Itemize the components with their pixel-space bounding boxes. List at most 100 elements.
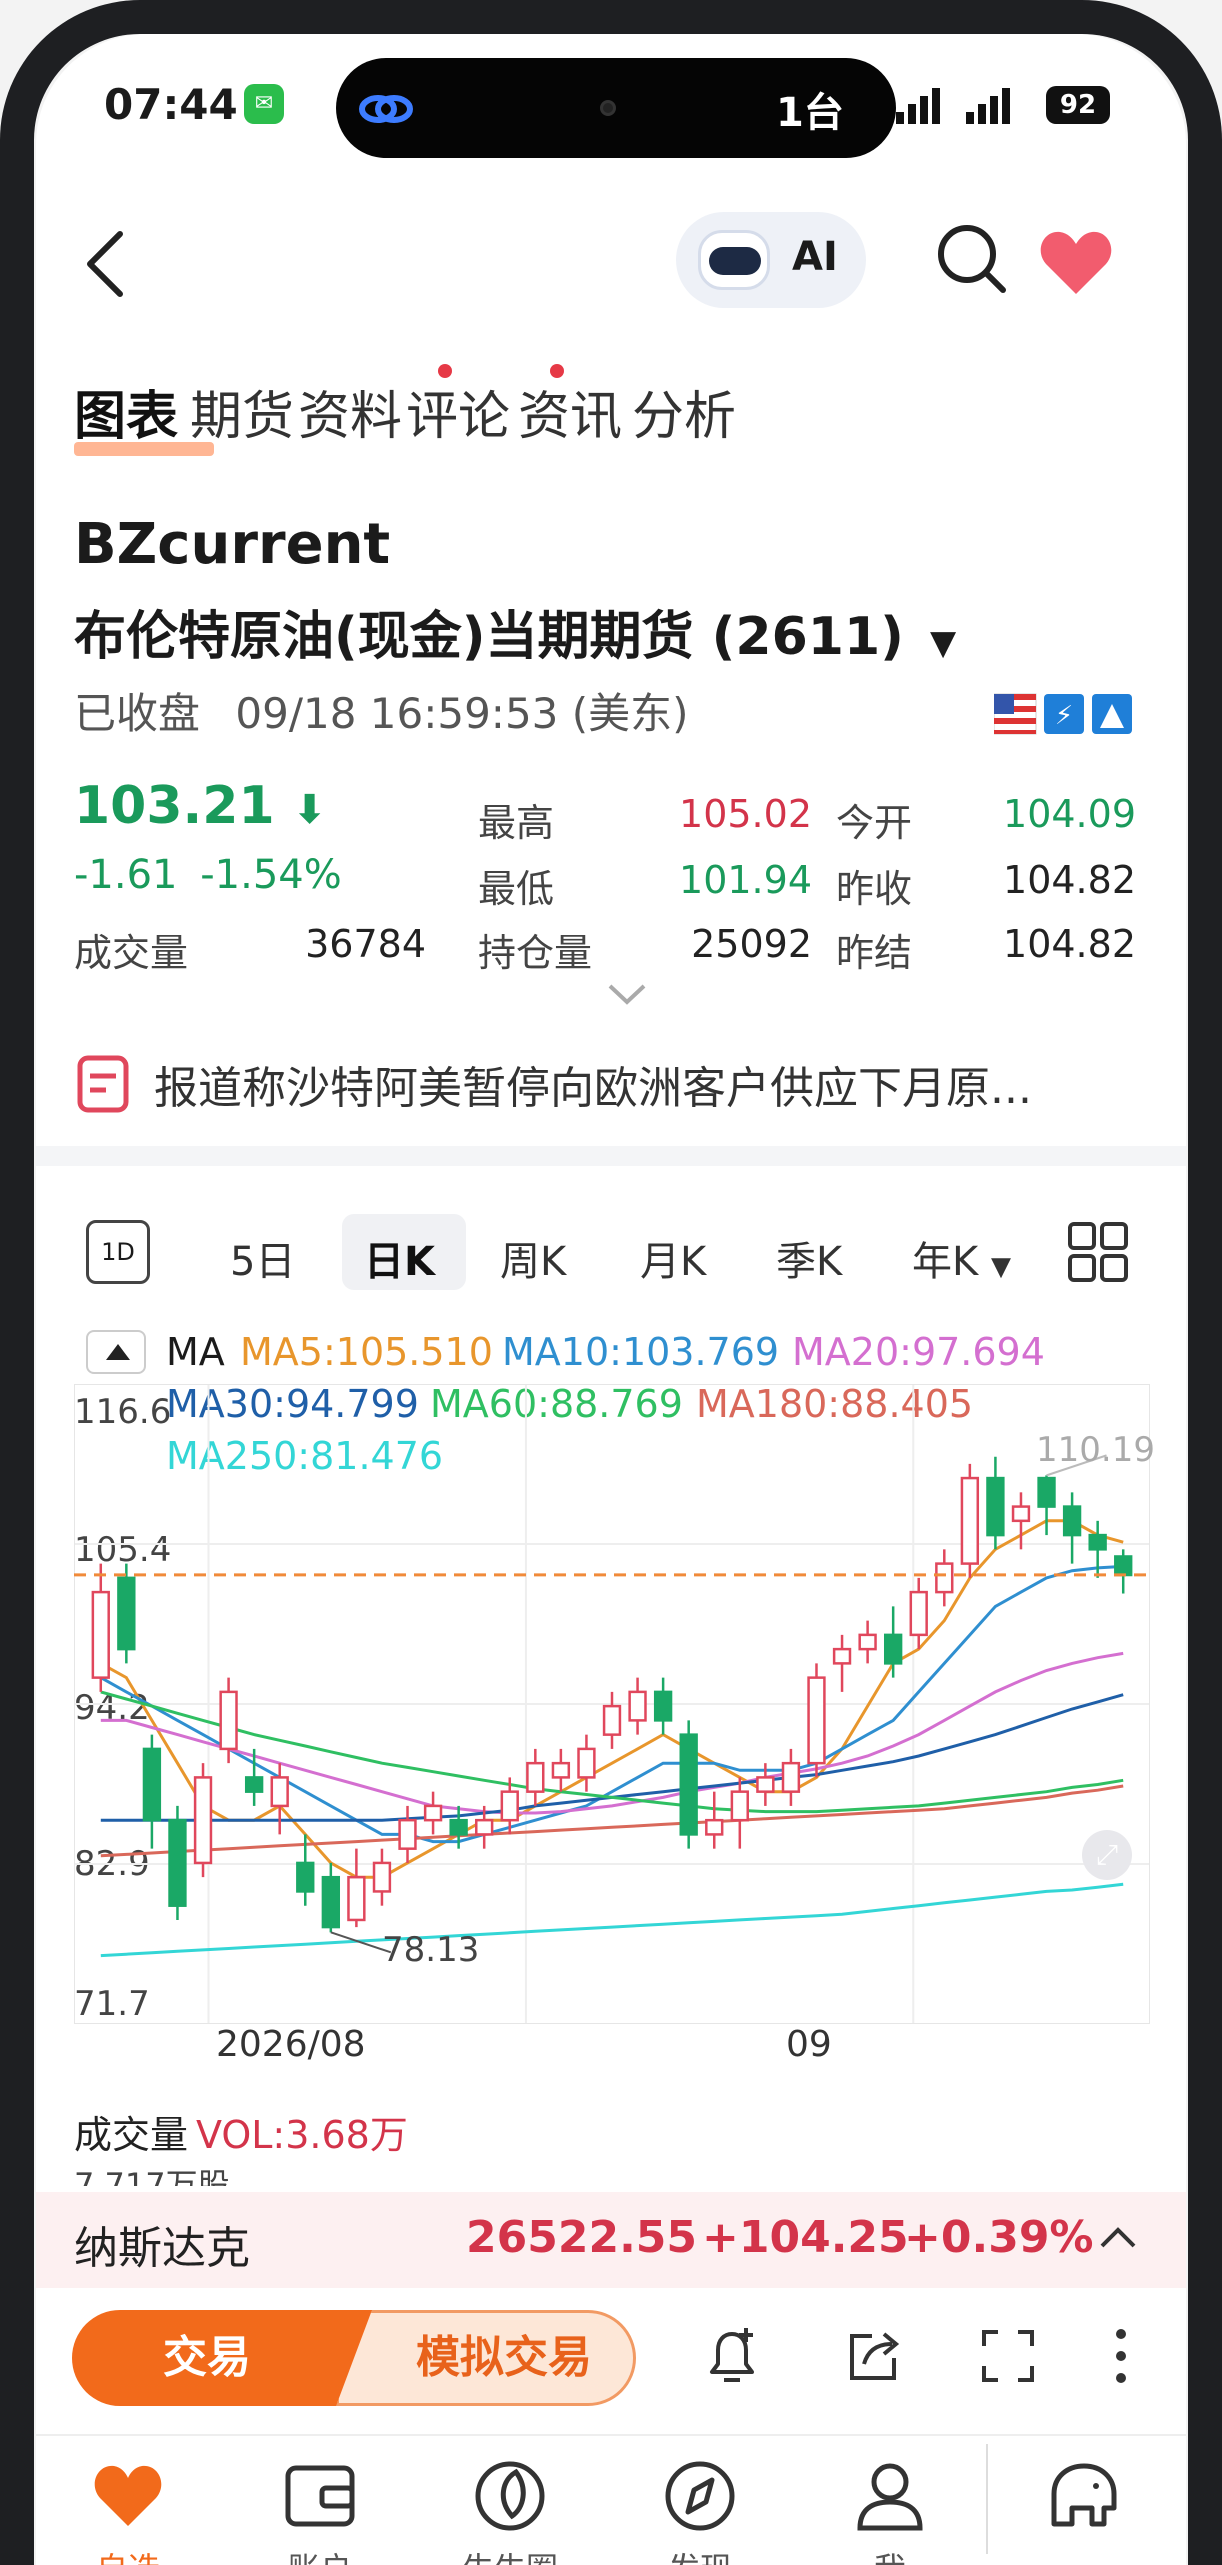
candle [1037,1475,1056,1536]
candle-body [781,1761,801,1793]
elephant-icon[interactable] [1044,2458,1120,2534]
candle [193,1763,213,1878]
signal-icon [896,88,1010,124]
candle-body [398,1818,417,1850]
chart-fullscreen-icon[interactable]: ⤢ [1082,1830,1132,1880]
compass-icon[interactable] [662,2458,738,2534]
back-arrow-icon[interactable] [76,224,136,304]
candle [935,1549,954,1607]
period-yearly[interactable]: 年K ▼ [912,1229,1011,1287]
candle-body [1037,1476,1056,1508]
nav-community[interactable]: 牛牛圈 [450,2544,570,2565]
high-label: 最高 [478,801,555,845]
paper-trade-button[interactable]: 模拟交易 [336,2310,636,2406]
candle-body [475,1818,494,1836]
news-notification-dot [550,364,564,378]
period-quarterly[interactable]: 季K [776,1229,842,1287]
tab-analysis[interactable]: 分析 [632,374,736,449]
candle-body [551,1761,571,1779]
moon-icon[interactable] [472,2458,548,2534]
candle [986,1456,1005,1550]
period-monthly[interactable]: 月K [640,1229,706,1287]
chevron-up-icon[interactable] [1096,2220,1140,2256]
candle-body [628,1690,647,1722]
wechat-icon: ✉ [244,84,284,124]
tab-profile[interactable]: 资料 [298,374,402,449]
instrument-name-text: 布伦特原油(现金)当期期货 (2611) [74,607,904,667]
candle [960,1463,980,1578]
candle-body [602,1704,622,1736]
nav-me[interactable]: 我 [830,2544,950,2565]
candle-body [858,1633,877,1651]
layout-grid-icon[interactable] [1066,1220,1130,1284]
news-headline[interactable]: 报道称沙特阿美暂停向欧洲客户供应下月原... [154,1052,1032,1116]
candle [423,1791,443,1835]
candle-body [986,1476,1005,1537]
tab-news[interactable]: 资讯 [518,374,622,449]
candle-body [296,1861,315,1893]
wallet-icon[interactable] [282,2458,358,2534]
last-price: 103.21 ⬇ [74,776,326,836]
section-divider [36,1146,1186,1166]
instrument-name[interactable]: 布伦特原油(现金)当期期货 (2611) ▼ [74,594,956,669]
alert-bell-icon[interactable] [700,2324,764,2388]
tab-chart[interactable]: 图表 [74,374,178,449]
change-value: -1.61 [74,852,178,898]
candle [1011,1492,1031,1550]
candle [602,1691,622,1749]
candle-body [500,1790,519,1822]
candle-body [117,1576,136,1651]
nav-watchlist[interactable]: 自选 [68,2544,188,2565]
candle-body [653,1690,673,1722]
search-icon[interactable] [931,218,1011,298]
ai-label: AI [792,234,838,280]
high-value: 105.02 [679,792,812,836]
more-vertical-icon[interactable] [1106,2324,1136,2388]
candlestick-chart[interactable] [74,1384,1150,2024]
ma-collapse-toggle[interactable] [86,1330,146,1374]
us-flag-icon [994,693,1037,735]
news-document-icon [77,1055,129,1113]
candle [1062,1492,1082,1564]
intraday-1d-button[interactable]: 1D [86,1220,150,1284]
candle [832,1634,852,1692]
fullscreen-icon[interactable] [976,2324,1040,2388]
favorite-heart-icon[interactable] [1036,222,1116,302]
candle-body [219,1690,238,1751]
candle-body [883,1633,903,1665]
candle-body [91,1590,110,1679]
open-interest-label: 持仓量 [478,931,593,975]
trade-button[interactable]: 交易 [72,2310,382,2406]
period-weekly[interactable]: 周K [500,1229,566,1287]
volume-panel-value: VOL:3.68万 [196,2113,408,2157]
app-screen: 07:44 ✉ 1台 92 AI 图表 期货 资料 评论 资讯 分析 BZcur… [36,34,1186,2565]
nav-discover[interactable]: 发现 [640,2544,760,2565]
nav-account[interactable]: 账户 [260,2544,380,2565]
candle-body [756,1776,775,1793]
candle-body [577,1747,596,1779]
volume-panel-title: 成交量 [74,2113,189,2157]
market-flags: ⚡ [994,693,1132,735]
expand-chevron-icon[interactable] [602,974,652,1014]
candle-body [832,1647,852,1665]
tab-comments[interactable]: 评论 [406,374,510,449]
ai-assistant-button[interactable]: AI [676,212,866,308]
volume-value: 36784 [305,922,426,966]
x-axis-label: 2026/08 [216,2024,366,2065]
candle-body [935,1562,954,1594]
candle [321,1862,341,1933]
candle [1114,1549,1133,1594]
tab-futures[interactable]: 期货 [190,374,294,449]
period-daily[interactable]: 日K [364,1229,435,1287]
share-icon[interactable] [842,2324,906,2388]
period-yearly-label: 年K [912,1239,979,1285]
person-icon[interactable] [852,2458,928,2534]
heart-icon[interactable] [90,2458,166,2534]
candle [730,1777,749,1849]
low-marker: 78.13 [382,1930,480,1970]
candle-body [321,1875,341,1929]
period-5d[interactable]: 5日 [230,1229,295,1287]
open-value: 104.09 [1003,792,1136,836]
market-status-line: 已收盘 09/18 16:59:53 (美东) [74,680,689,741]
candle [679,1720,698,1849]
